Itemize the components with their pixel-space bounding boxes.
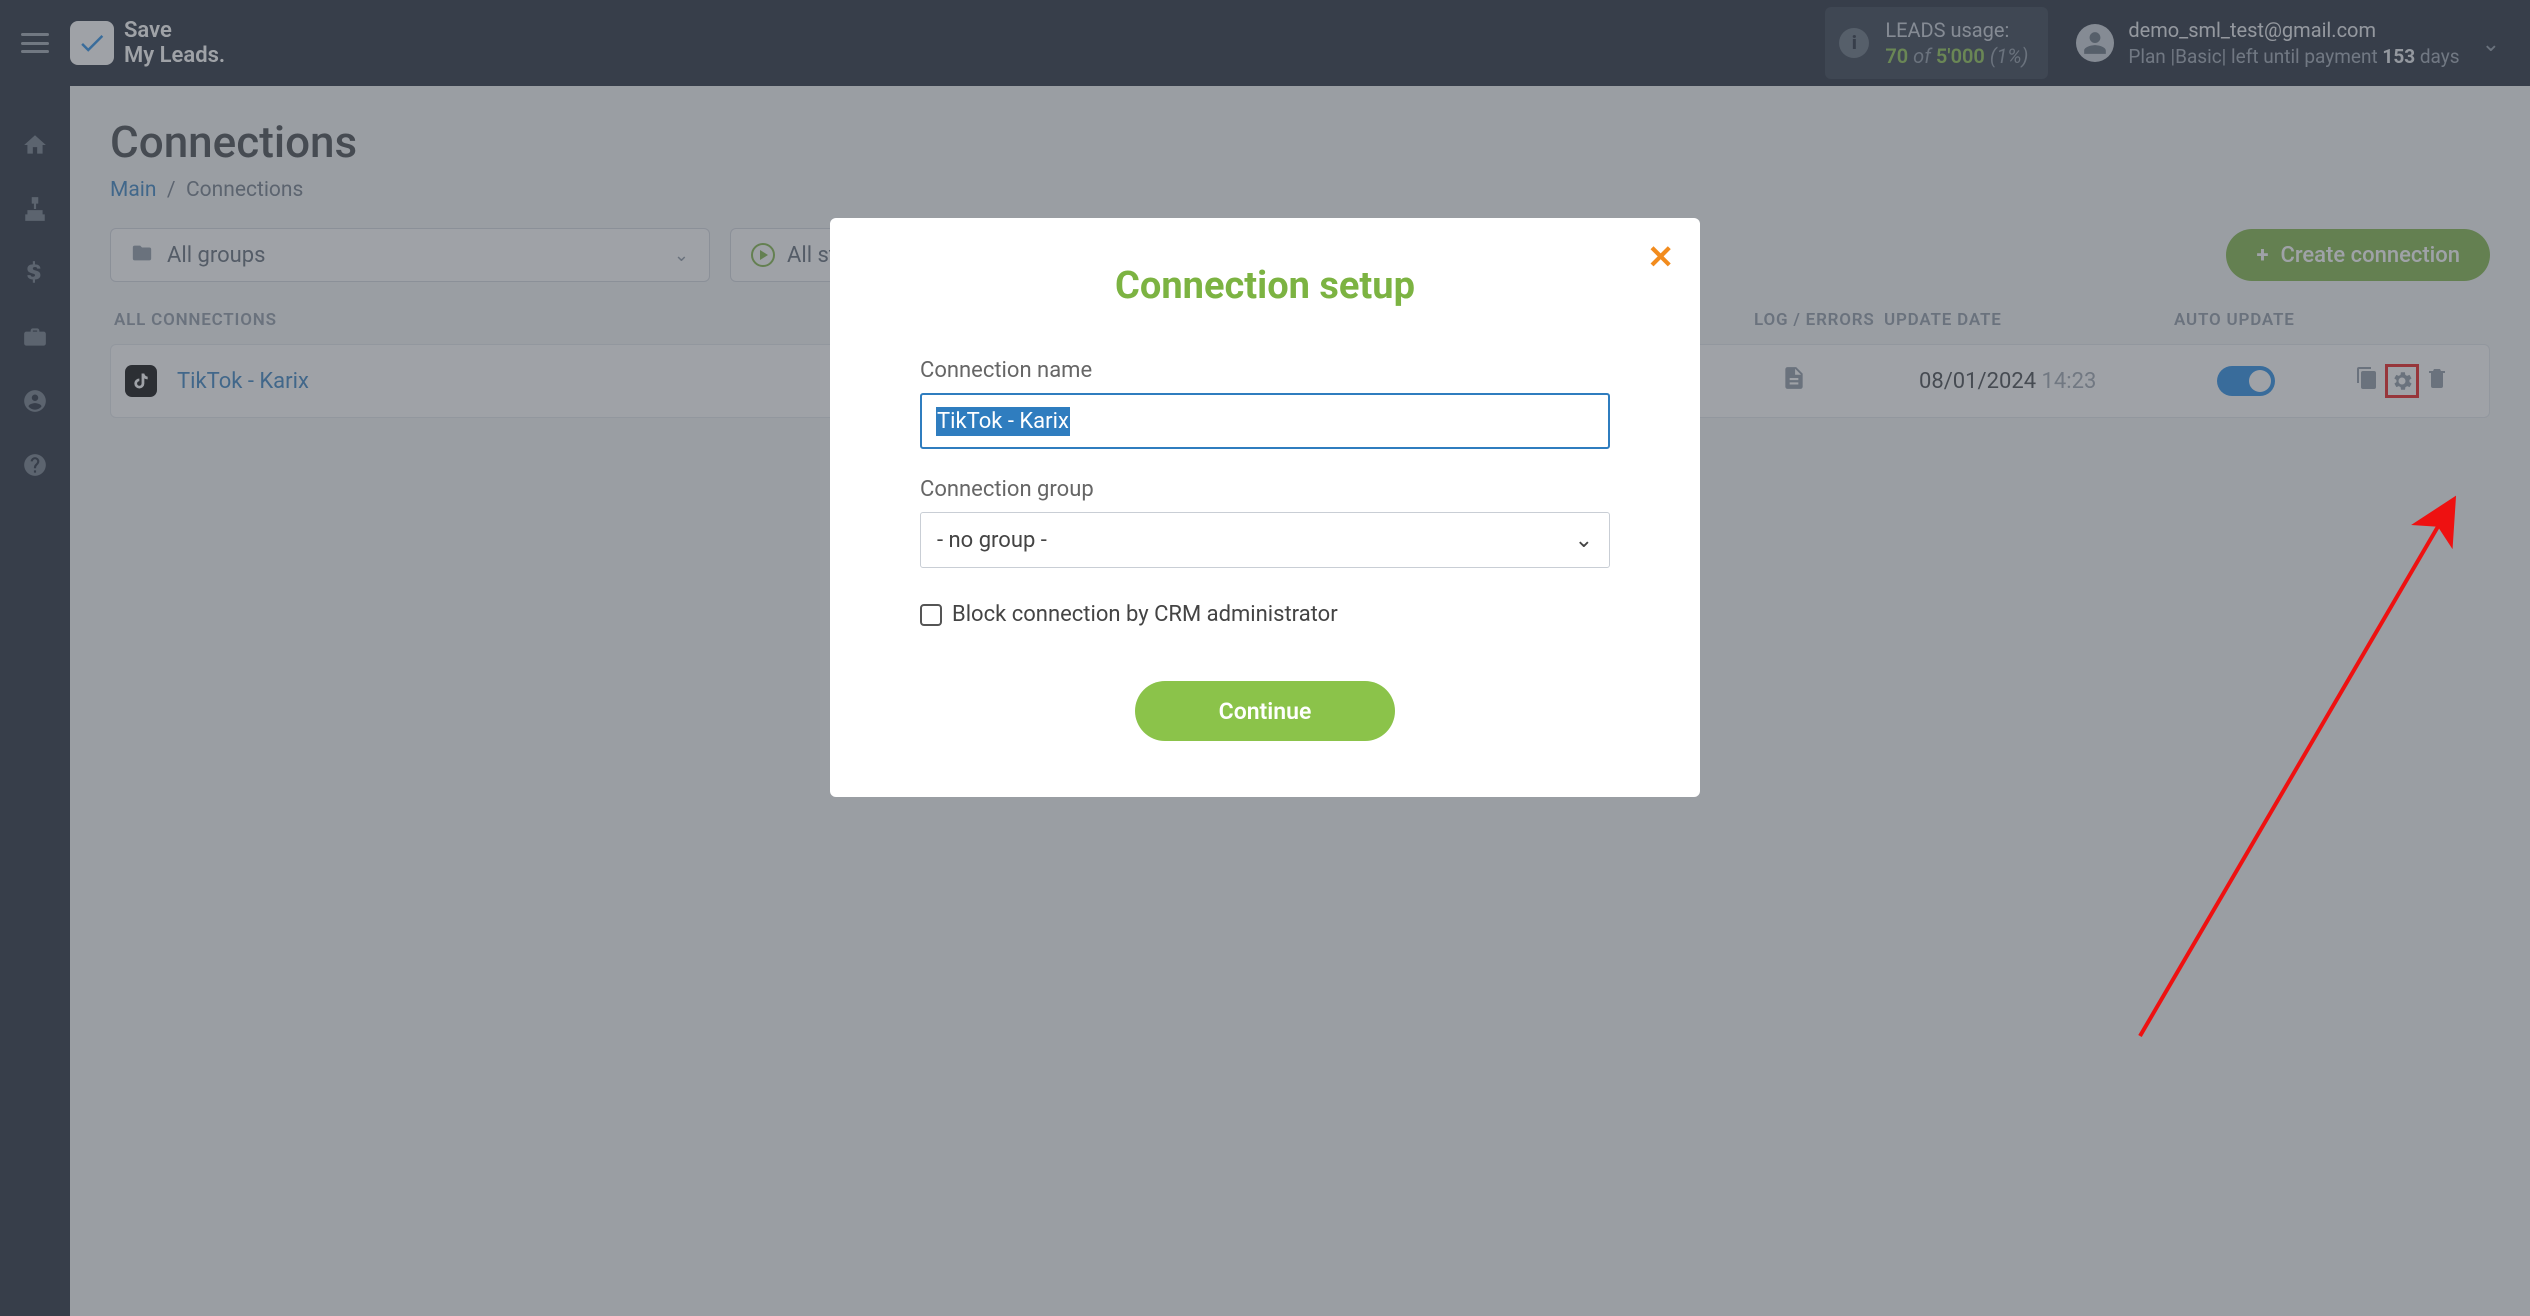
close-button[interactable]: ✕ [1647,238,1674,276]
connection-group-value: - no group - [937,528,1047,553]
connection-name-input[interactable]: TikTok - Karix [920,393,1610,449]
connection-group-select[interactable]: - no group - ⌄ [920,512,1610,568]
connection-setup-modal: ✕ Connection setup Connection name TikTo… [830,218,1700,797]
connection-name-label: Connection name [920,358,1610,383]
chevron-down-icon: ⌄ [1575,528,1593,553]
block-connection-checkbox[interactable]: Block connection by CRM administrator [920,602,1610,627]
block-connection-label: Block connection by CRM administrator [952,602,1338,627]
modal-title: Connection setup [920,264,1610,308]
checkbox-icon [920,604,942,626]
continue-button[interactable]: Continue [1135,681,1395,741]
modal-overlay[interactable]: ✕ Connection setup Connection name TikTo… [0,0,2530,1316]
connection-name-value: TikTok - Karix [936,407,1070,436]
connection-group-label: Connection group [920,477,1610,502]
